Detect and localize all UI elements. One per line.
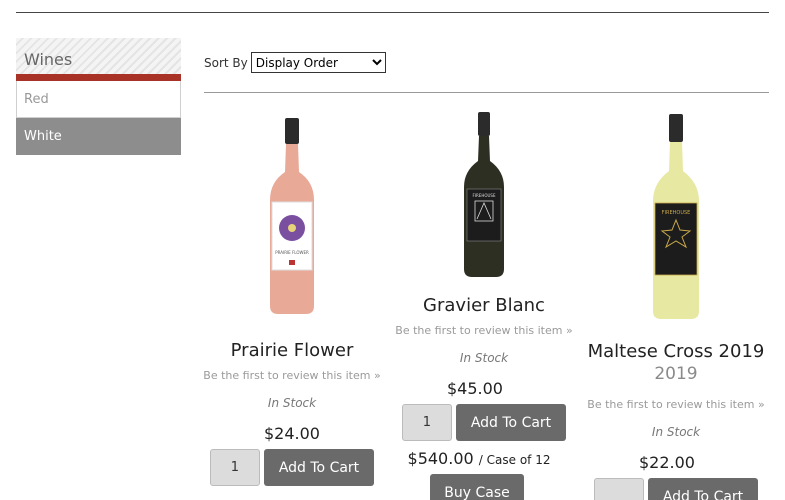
bottle-label-text: PRAIRIE FLOWER	[275, 250, 309, 255]
product-card-maltese-cross: FIREHOUSE Maltese Cross 2019 2019 Be the…	[586, 113, 766, 500]
product-price: $22.00	[639, 453, 695, 472]
product-card-prairie-flower: PRAIRIE FLOWER Prairie Flower Be the fir…	[202, 116, 382, 486]
stock-status: In Stock	[459, 351, 509, 365]
sidebar-item-red[interactable]: Red	[16, 81, 181, 118]
wine-bottle-image[interactable]: FIREHOUSE	[646, 113, 706, 321]
review-link[interactable]: Be the first to review this item »	[202, 369, 382, 382]
wine-bottle-image[interactable]: FIREHOUSE	[454, 111, 514, 279]
product-price: $45.00	[447, 379, 503, 398]
category-sidebar: Wines Red White	[16, 38, 181, 155]
quantity-input[interactable]	[593, 478, 644, 500]
product-vintage: 2019	[654, 364, 698, 384]
bottle-capsule	[478, 112, 490, 136]
add-to-cart-button[interactable]: Add To Cart	[455, 404, 567, 441]
sidebar-title: Wines	[16, 38, 181, 81]
buy-case-button[interactable]: Buy Case	[430, 474, 524, 500]
product-name[interactable]: Gravier Blanc	[394, 295, 574, 316]
product-name[interactable]: Maltese Cross 2019	[586, 341, 766, 362]
add-to-cart-button[interactable]: Add To Cart	[647, 478, 759, 500]
stock-status: In Stock	[651, 425, 701, 439]
bottle-capsule	[285, 118, 299, 144]
wine-bottle-image[interactable]: PRAIRIE FLOWER	[262, 116, 322, 316]
case-price-row: $540.00 / Case of 12	[384, 449, 574, 468]
quantity-input[interactable]	[401, 404, 452, 441]
bottle-label-text: FIREHOUSE	[662, 210, 691, 216]
bottle-label-text: FIREHOUSE	[473, 193, 496, 198]
sort-divider	[204, 92, 769, 93]
product-name[interactable]: Prairie Flower	[202, 340, 382, 361]
case-note: / Case of 12	[478, 453, 551, 467]
product-card-gravier-blanc: FIREHOUSE Gravier Blanc Be the first to …	[394, 111, 574, 500]
stock-status: In Stock	[267, 396, 317, 410]
sidebar-item-white[interactable]: White	[16, 118, 181, 155]
review-link[interactable]: Be the first to review this item »	[394, 324, 574, 337]
top-divider	[16, 12, 769, 13]
quantity-input[interactable]	[209, 449, 260, 486]
sort-select[interactable]: Display Order	[250, 52, 386, 73]
sort-label: Sort By	[204, 55, 248, 70]
sort-bar: Sort By Display Order	[204, 52, 386, 73]
add-to-cart-button[interactable]: Add To Cart	[263, 449, 375, 486]
bottle-capsule	[669, 114, 683, 142]
review-link[interactable]: Be the first to review this item »	[586, 398, 766, 411]
case-price: $540.00	[407, 449, 474, 468]
product-price: $24.00	[264, 424, 320, 443]
